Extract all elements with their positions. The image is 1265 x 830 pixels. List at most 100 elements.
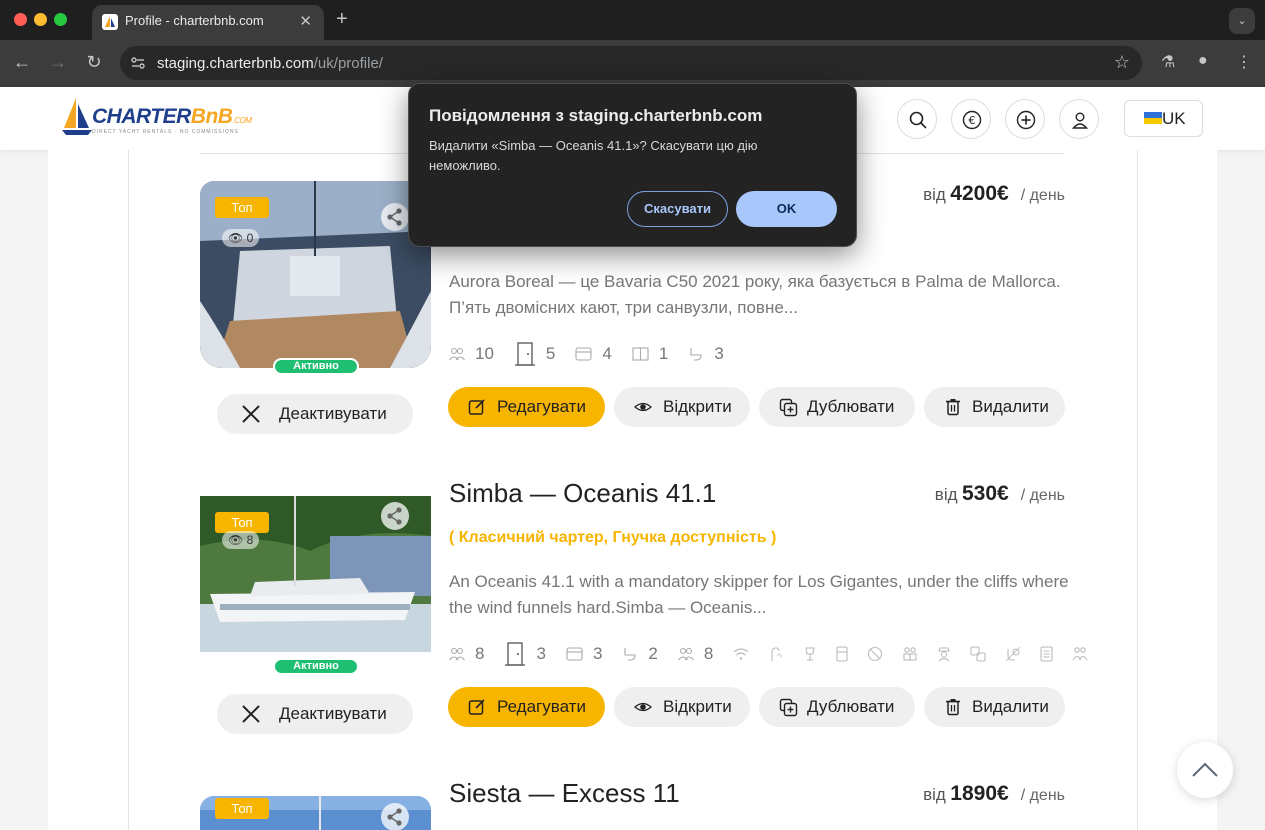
url-host: staging.charterbnb.com	[157, 55, 314, 72]
cabins-count: 3	[536, 644, 546, 663]
trash-icon	[946, 699, 960, 716]
price-per-label: / день	[1020, 187, 1065, 204]
listing-price: від 530€ / день	[935, 482, 1065, 506]
edit-label: Редагувати	[497, 697, 586, 716]
guests-feature: 10	[449, 344, 494, 364]
close-window-button[interactable]	[14, 13, 27, 26]
duplicate-button[interactable]: Дублювати	[759, 687, 915, 727]
toilets-count: 2	[648, 644, 658, 663]
wifi-icon	[733, 647, 749, 661]
share-button[interactable]	[381, 502, 409, 530]
duplicate-button[interactable]: Дублювати	[759, 387, 915, 427]
yacht-photo[interactable]: Топ 👁 8	[200, 496, 431, 652]
duplicate-icon	[779, 398, 798, 417]
site-logo[interactable]: CHARTERBnB.COM DIRECT YACHT RENTALS · NO…	[62, 96, 252, 138]
address-bar[interactable]: staging.charterbnb.com/uk/profile/ ☆	[120, 46, 1142, 80]
dialog-title: Повідомлення з staging.charterbnb.com	[429, 106, 763, 125]
duplicate-icon	[779, 698, 798, 717]
labs-flask-icon[interactable]: ⚗	[1161, 52, 1175, 72]
close-icon	[242, 705, 260, 723]
minimize-window-button[interactable]	[34, 13, 47, 26]
search-icon	[909, 111, 927, 129]
group-icon	[1072, 646, 1088, 662]
cabins-feature: 5	[514, 341, 555, 367]
toilet-icon	[690, 348, 702, 361]
cabins-count: 5	[545, 344, 556, 363]
edit-button[interactable]: Редагувати	[448, 687, 605, 727]
captain-icon	[937, 646, 951, 662]
yacht-photo[interactable]: Топ	[200, 796, 431, 830]
add-listing-button[interactable]	[1005, 99, 1045, 139]
share-button[interactable]	[381, 203, 409, 231]
crew-feature: 8	[677, 644, 714, 664]
url-path: /uk/profile/	[313, 55, 383, 72]
share-button[interactable]	[381, 803, 409, 830]
deactivate-label: Деактивувати	[279, 704, 387, 723]
tab-search-button[interactable]: ⌄	[1229, 8, 1255, 34]
logo-tagline: DIRECT YACHT RENTALS · NO COMMISSIONS	[92, 129, 239, 135]
open-button[interactable]: Відкрити	[614, 387, 750, 427]
edit-button[interactable]: Редагувати	[448, 387, 605, 427]
dialog-cancel-button[interactable]: Скасувати	[627, 191, 728, 227]
listing-title[interactable]: Siesta — Excess 11	[449, 778, 680, 809]
search-button[interactable]	[897, 99, 937, 139]
price-from-label: від	[923, 185, 946, 204]
bed-icon	[566, 647, 583, 661]
delete-button[interactable]: Видалити	[924, 687, 1065, 727]
confirm-dialog: Повідомлення з staging.charterbnb.com Ви…	[408, 83, 857, 247]
browser-menu-icon[interactable]: ⋮	[1236, 52, 1252, 72]
forward-button[interactable]: →	[46, 50, 70, 74]
dialog-ok-button[interactable]: OK	[736, 191, 837, 227]
back-button[interactable]: ←	[10, 50, 34, 74]
open-label: Відкрити	[663, 697, 732, 716]
new-tab-button[interactable]: +	[336, 8, 348, 31]
view-count: 8	[246, 533, 254, 547]
account-button[interactable]	[1059, 99, 1099, 139]
maximize-window-button[interactable]	[54, 13, 67, 26]
beds-feature: 3	[566, 644, 602, 664]
view-counter: 👁 8	[222, 531, 260, 549]
delete-button[interactable]: Видалити	[924, 387, 1065, 427]
wardrobe-icon	[632, 347, 649, 361]
ukraine-flag-icon	[1144, 112, 1162, 124]
svg-text:€: €	[969, 114, 976, 127]
cabins-feature: 3	[504, 641, 546, 667]
people-icon	[902, 646, 918, 662]
beds-count: 3	[592, 644, 603, 663]
profile-avatar-icon[interactable]: ●	[1198, 52, 1208, 70]
edit-icon	[468, 399, 485, 415]
yacht-photo[interactable]: Топ 👁 0	[200, 181, 431, 368]
browser-tab[interactable]: Profile - charterbnb.com ✕	[92, 5, 324, 40]
language-selector[interactable]: UK	[1124, 100, 1203, 137]
tab-strip: Profile - charterbnb.com ✕ + ⌄	[0, 0, 1265, 40]
listing-description: Aurora Boreal — це Bavaria C50 2021 року…	[449, 272, 1061, 317]
listing-title[interactable]: Simba — Oceanis 41.1	[449, 478, 716, 509]
view-count: 0	[246, 231, 254, 245]
duplicate-label: Дублювати	[807, 397, 895, 416]
price-per-label: / день	[1020, 487, 1065, 504]
crew-icon	[677, 647, 694, 661]
listing-price: від 1890€ / день	[923, 782, 1065, 806]
site-settings-icon[interactable]	[130, 55, 146, 71]
chevron-up-icon	[1192, 762, 1218, 777]
deactivate-button[interactable]: Деактивувати	[217, 694, 413, 734]
price-from-label: від	[923, 785, 946, 804]
price-from-label: від	[934, 485, 958, 504]
bed-icon	[575, 347, 592, 361]
guests-icon	[449, 647, 465, 661]
crew-count: 8	[703, 644, 714, 663]
trash-icon	[946, 399, 960, 416]
beds-feature: 4	[575, 344, 612, 364]
eye-icon: 👁	[228, 533, 244, 547]
scroll-to-top-button[interactable]	[1177, 742, 1233, 798]
deactivate-button[interactable]: Деактивувати	[217, 394, 413, 434]
tab-close-icon[interactable]: ✕	[299, 12, 312, 30]
open-button[interactable]: Відкрити	[614, 687, 750, 727]
reload-button[interactable]: ↻	[82, 50, 106, 74]
no-smoking-icon	[867, 646, 883, 662]
bookmark-star-icon[interactable]: ☆	[1114, 52, 1130, 73]
edit-icon	[468, 699, 485, 715]
guests-icon	[449, 347, 465, 361]
logo-main-text: CHARTER	[92, 105, 191, 128]
currency-button[interactable]: €	[951, 99, 991, 139]
